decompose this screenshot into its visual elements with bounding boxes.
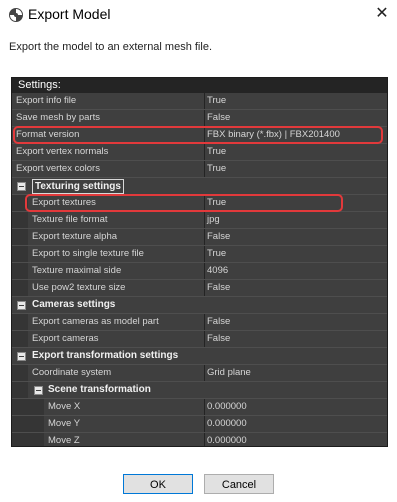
property-name: Save mesh by parts bbox=[16, 112, 100, 123]
property-value[interactable]: False bbox=[204, 229, 387, 245]
settings-header: Settings: bbox=[12, 78, 387, 93]
collapse-toggle-icon[interactable] bbox=[17, 301, 26, 310]
property-row[interactable]: Coordinate system Grid plane bbox=[12, 365, 387, 382]
collapse-toggle-icon[interactable] bbox=[34, 386, 43, 395]
indent-gutter bbox=[12, 280, 28, 296]
section-label: Scene transformation bbox=[48, 384, 151, 395]
property-value[interactable]: 4096 bbox=[204, 263, 387, 279]
window-title: Export Model bbox=[28, 6, 111, 22]
indent-gutter bbox=[12, 212, 28, 228]
collapse-toggle-icon[interactable] bbox=[17, 182, 26, 191]
close-icon: ✕ bbox=[375, 5, 389, 22]
property-value[interactable]: True bbox=[204, 144, 387, 160]
indent-gutter bbox=[12, 399, 28, 415]
section-label: Texturing settings bbox=[32, 179, 124, 194]
property-value[interactable]: 0.000000 bbox=[204, 399, 387, 415]
ok-button[interactable]: OK bbox=[123, 474, 193, 494]
indent-gutter bbox=[12, 263, 28, 279]
property-value[interactable]: 0.000000 bbox=[204, 433, 387, 446]
indent-gutter bbox=[12, 416, 28, 432]
property-row[interactable]: Export vertex colors True bbox=[12, 161, 387, 178]
section-header[interactable]: Scene transformation bbox=[12, 382, 387, 399]
property-name: Texture file format bbox=[32, 214, 108, 225]
property-row[interactable]: Use pow2 texture size False bbox=[12, 280, 387, 297]
property-name: Export texture alpha bbox=[32, 231, 118, 242]
property-row[interactable]: Format version FBX binary (*.fbx) | FBX20… bbox=[12, 126, 387, 144]
property-row[interactable]: Texture maximal side 4096 bbox=[12, 263, 387, 280]
indent-gutter bbox=[12, 314, 28, 330]
settings-grid: Export info file True Save mesh by parts Fa… bbox=[12, 93, 387, 446]
property-value[interactable]: True bbox=[204, 161, 387, 177]
property-name: Coordinate system bbox=[32, 367, 112, 378]
section-label: Cameras settings bbox=[32, 299, 116, 310]
highlight-box bbox=[13, 126, 383, 144]
title-bar: Export Model ✕ bbox=[0, 0, 397, 30]
property-name: Export vertex normals bbox=[16, 146, 109, 157]
property-value[interactable]: False bbox=[204, 314, 387, 330]
app-logo-icon bbox=[9, 8, 23, 22]
indent-gutter bbox=[12, 331, 28, 347]
property-name: Use pow2 texture size bbox=[32, 282, 126, 293]
close-button[interactable]: ✕ bbox=[370, 3, 394, 25]
property-row[interactable]: Move X 0.000000 bbox=[12, 399, 387, 416]
indent-gutter bbox=[12, 229, 28, 245]
property-name: Move Y bbox=[48, 418, 81, 429]
property-row[interactable]: Export textures True bbox=[12, 194, 387, 212]
property-row[interactable]: Move Z 0.000000 bbox=[12, 433, 387, 446]
property-value[interactable]: True bbox=[204, 246, 387, 262]
property-name: Export cameras bbox=[32, 333, 99, 344]
section-header[interactable]: Cameras settings bbox=[12, 297, 387, 314]
section-header[interactable]: Export transformation settings bbox=[12, 348, 387, 365]
property-name: Export info file bbox=[16, 95, 77, 106]
property-row[interactable]: Save mesh by parts False bbox=[12, 110, 387, 127]
indent-gutter bbox=[12, 246, 28, 262]
property-name: Texture maximal side bbox=[32, 265, 122, 276]
property-name: Export cameras as model part bbox=[32, 316, 159, 327]
property-row[interactable]: Move Y 0.000000 bbox=[12, 416, 387, 433]
indent-gutter bbox=[12, 365, 28, 381]
property-name: Move Z bbox=[48, 435, 80, 446]
highlight-box bbox=[25, 194, 343, 212]
property-name: Export to single texture file bbox=[32, 248, 144, 259]
property-name: Export vertex colors bbox=[16, 163, 100, 174]
property-row[interactable]: Export to single texture file True bbox=[12, 246, 387, 263]
property-value[interactable]: True bbox=[204, 93, 387, 109]
property-row[interactable]: Export cameras as model part False bbox=[12, 314, 387, 331]
section-header[interactable]: Texturing settings bbox=[12, 178, 387, 195]
property-value[interactable]: False bbox=[204, 110, 387, 126]
collapse-toggle-icon[interactable] bbox=[17, 352, 26, 361]
settings-panel: Settings: Export info file True Save mesh … bbox=[11, 77, 388, 447]
property-name: Move X bbox=[48, 401, 81, 412]
property-row[interactable]: Export texture alpha False bbox=[12, 229, 387, 246]
property-value[interactable]: jpg bbox=[204, 212, 387, 228]
section-label: Export transformation settings bbox=[32, 350, 179, 361]
property-value[interactable]: 0.000000 bbox=[204, 416, 387, 432]
property-value[interactable]: Grid plane bbox=[204, 365, 387, 381]
property-row[interactable]: Export vertex normals True bbox=[12, 144, 387, 161]
cancel-button[interactable]: Cancel bbox=[204, 474, 274, 494]
indent-gutter bbox=[12, 433, 28, 446]
dialog-description: Export the model to an external mesh fil… bbox=[9, 41, 212, 53]
property-value[interactable]: False bbox=[204, 331, 387, 347]
property-value[interactable]: False bbox=[204, 280, 387, 296]
property-row[interactable]: Texture file format jpg bbox=[12, 212, 387, 229]
property-row[interactable]: Export cameras False bbox=[12, 331, 387, 348]
property-row[interactable]: Export info file True bbox=[12, 93, 387, 110]
